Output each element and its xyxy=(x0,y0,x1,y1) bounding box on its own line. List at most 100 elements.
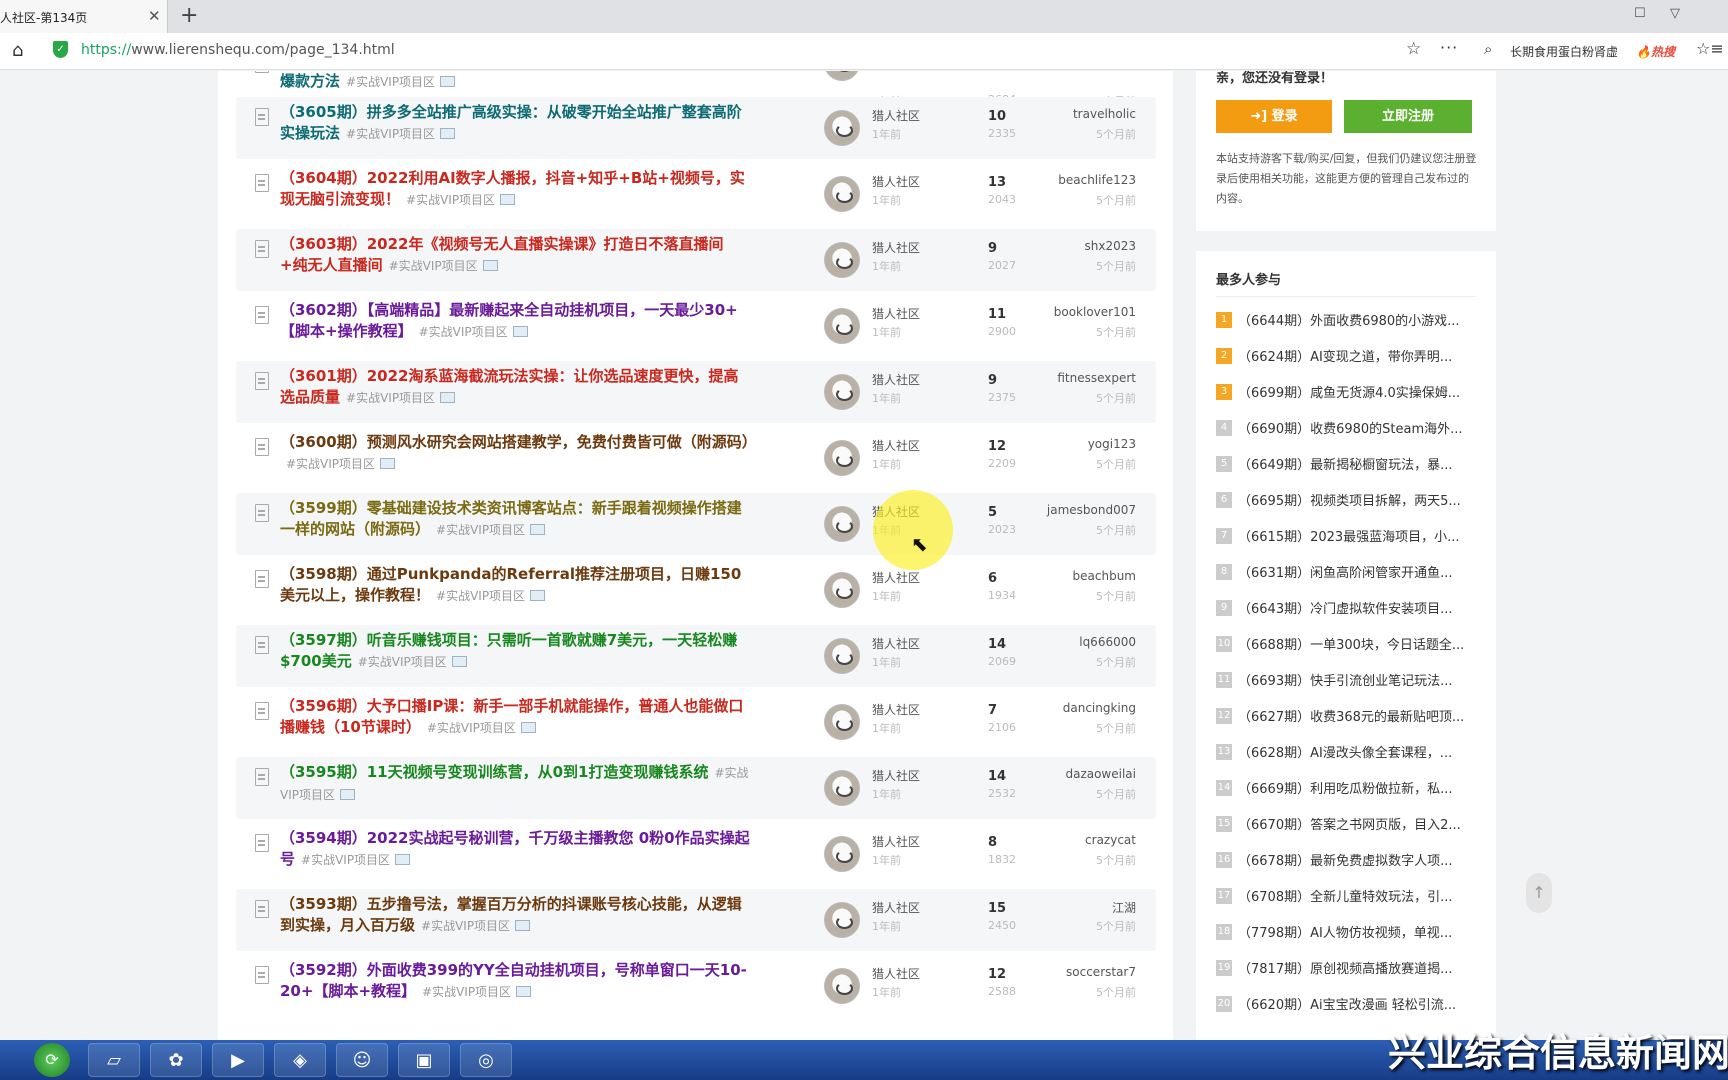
qq-taskbar-icon[interactable]: ☺ xyxy=(336,1043,388,1077)
popular-item-title[interactable]: （6688期）一单300块，今日话题全... xyxy=(1238,634,1478,653)
thread-row[interactable]: （3599期）零基础建设技术类资讯博客站点：新手跟着视频操作搭建一样的网站（附源… xyxy=(236,493,1156,555)
popular-item[interactable]: 4 （6690期）收费6980的Steam海外... xyxy=(1216,417,1478,453)
back-to-top-button[interactable]: ↑ xyxy=(1526,873,1552,913)
minimize-icon[interactable]: ▽ xyxy=(1670,6,1680,21)
thread-title[interactable]: （3598期）通过Punkpanda的Referral推荐注册项目，日赚150美… xyxy=(280,564,750,607)
thread-title[interactable]: （3597期）听音乐赚钱项目：只需听一首歌就赚7美元，一天轻松赚$700美元 #实… xyxy=(280,630,750,673)
thread-title[interactable]: （3593期）五步撸号法，掌握百万分析的抖课账号核心技能，从逻辑到实操，月入百万… xyxy=(280,894,750,937)
avatar[interactable] xyxy=(824,440,860,476)
thread-tag[interactable]: #实战VIP项目区 xyxy=(358,655,447,669)
popular-item[interactable]: 7 （6615期）2023最强蓝海项目，小... xyxy=(1216,525,1478,561)
avatar[interactable] xyxy=(824,71,860,81)
last-reply-user[interactable]: lq666000 xyxy=(1079,635,1136,649)
thread-tag[interactable]: #实战VIP项目区 xyxy=(422,985,511,999)
popular-item[interactable]: 14 （6669期）利用吃瓜粉做拉新，私... xyxy=(1216,777,1478,813)
thread-row[interactable]: （3597期）听音乐赚钱项目：只需听一首歌就赚7美元，一天轻松赚$700美元 #实… xyxy=(236,625,1156,687)
last-reply-user[interactable]: crazycat xyxy=(1085,833,1136,847)
popular-item-title[interactable]: （7817期）原创视频高播放赛道揭... xyxy=(1238,958,1478,977)
thread-tag[interactable]: #实战VIP项目区 xyxy=(436,523,525,537)
thread-tag[interactable]: #实战VIP项目区 xyxy=(406,193,495,207)
popular-item[interactable]: 6 （6695期）视频类项目拆解，两天5... xyxy=(1216,489,1478,525)
new-tab-icon[interactable]: + xyxy=(180,3,198,28)
thread-tag[interactable]: #实战VIP项目区 xyxy=(301,853,390,867)
popular-item-title[interactable]: （6690期）收费6980的Steam海外... xyxy=(1238,418,1478,437)
bookmark-star-icon[interactable]: ☆ xyxy=(1406,39,1421,59)
explorer-taskbar-icon[interactable]: ▱ xyxy=(88,1043,140,1077)
avatar[interactable] xyxy=(824,836,860,872)
popular-item-title[interactable]: （6695期）视频类项目拆解，两天5... xyxy=(1238,490,1478,509)
start-button[interactable]: ⟳ xyxy=(34,1043,70,1077)
popular-item[interactable]: 11 （6693期）快手引流创业笔记玩法... xyxy=(1216,669,1478,705)
popular-item-title[interactable]: （6670期）答案之书网页版，目入2... xyxy=(1238,814,1478,833)
thread-row[interactable]: （3595期）11天视频号变现训练营，从0到1打造变现赚钱系统 #实战VIP项目区… xyxy=(236,757,1156,819)
extensions-icon[interactable]: ☆≡ xyxy=(1696,39,1724,58)
popular-item[interactable]: 13 （6628期）AI漫改头像全套课程，... xyxy=(1216,741,1478,777)
browser-tab[interactable]: 人社区-第134页 ✕ xyxy=(0,0,168,33)
thread-tag[interactable]: #实战VIP项目区 xyxy=(346,127,435,141)
last-reply-user[interactable]: beachbum xyxy=(1073,569,1136,583)
thread-title[interactable]: 爆款方法 #实战VIP项目区 xyxy=(280,71,750,93)
thread-title[interactable]: （3604期）2022利用AI数字人播报，抖音+知乎+B站+视频号，实现无脑引流… xyxy=(280,168,750,211)
popular-item-title[interactable]: （6669期）利用吃瓜粉做拉新，私... xyxy=(1238,778,1478,797)
popular-item[interactable]: 8 （6631期）闲鱼高阶闲管家开通鱼... xyxy=(1216,561,1478,597)
popular-item[interactable]: 18 （7798期）AI人物仿妆视频，单视... xyxy=(1216,921,1478,957)
author-name[interactable]: 猎人社区 xyxy=(872,965,920,982)
last-reply-user[interactable]: booklover101 xyxy=(1054,305,1136,319)
thread-title[interactable]: （3592期）外面收费399的YY全自动挂机项目，号称单窗口一天10-20+【脚… xyxy=(280,960,750,1003)
popular-item[interactable]: 5 （6649期）最新揭秘橱窗玩法，暴... xyxy=(1216,453,1478,489)
browser-search-box[interactable]: ⌕ 长期食用蛋白粉肾虚 🔥热搜 xyxy=(1476,37,1686,65)
thread-tag[interactable]: #实战VIP项目区 xyxy=(286,457,375,471)
avatar[interactable] xyxy=(824,902,860,938)
login-button[interactable]: ➜] 登录 xyxy=(1216,100,1332,133)
thread-row[interactable]: （3594期）2022实战起号秘训营，千万级主播教您 0粉0作品实操起号 #实战V… xyxy=(236,823,1156,885)
avatar[interactable] xyxy=(824,968,860,1004)
popular-item-title[interactable]: （6624期）AI变现之道，带你弄明... xyxy=(1238,346,1478,365)
author-name[interactable]: 猎人社区 xyxy=(872,437,920,454)
avatar[interactable] xyxy=(824,770,860,806)
popular-item[interactable]: 3 （6699期）咸鱼无货源4.0实操保姆... xyxy=(1216,381,1478,417)
last-reply-user[interactable]: dazaoweilai xyxy=(1065,767,1136,781)
register-button[interactable]: 立即注册 xyxy=(1344,100,1472,133)
thread-title[interactable]: （3603期）2022年《视频号无人直播实操课》打造日不落直播间+纯无人直播间 #… xyxy=(280,234,750,277)
thread-tag[interactable]: #实战VIP项目区 xyxy=(427,721,516,735)
thread-tag[interactable]: #实战VIP项目区 xyxy=(389,259,478,273)
popular-item-title[interactable]: （6631期）闲鱼高阶闲管家开通鱼... xyxy=(1238,562,1478,581)
popular-item-title[interactable]: （6644期）外面收费6980的小游戏... xyxy=(1238,310,1478,329)
thread-row[interactable]: （3601期）2022淘系蓝海截流玩法实操：让你选品速度更快，提高选品质量 #实战… xyxy=(236,361,1156,423)
thread-row[interactable]: （3605期）拼多多全站推广高级实操：从破零开始全站推广整套高阶实操玩法 #实战V… xyxy=(236,97,1156,159)
popular-item[interactable]: 15 （6670期）答案之书网页版，目入2... xyxy=(1216,813,1478,849)
author-name[interactable]: 猎人社区 xyxy=(872,767,920,784)
last-reply-user[interactable]: shx2023 xyxy=(1085,239,1137,253)
media-app-taskbar-icon[interactable]: ▶ xyxy=(212,1043,264,1077)
thread-row[interactable]: （3592期）外面收费399的YY全自动挂机项目，号称单窗口一天10-20+【脚… xyxy=(236,955,1156,1017)
thread-tag[interactable]: #实战VIP项目区 xyxy=(421,919,510,933)
last-reply-user[interactable]: jamesbond007 xyxy=(1047,503,1136,517)
last-reply-user[interactable]: beachlife123 xyxy=(1058,173,1136,187)
thread-row[interactable]: （3602期）【高端精品】最新赚起来全自动挂机项目，一天最少30+【脚本+操作教… xyxy=(236,295,1156,357)
popular-item-title[interactable]: （6615期）2023最强蓝海项目，小... xyxy=(1238,526,1478,545)
last-reply-user[interactable]: fitnessexpert xyxy=(1057,371,1136,385)
popular-item[interactable]: 2 （6624期）AI变现之道，带你弄明... xyxy=(1216,345,1478,381)
last-reply-user[interactable]: 江湖 xyxy=(1112,899,1136,916)
popular-item-title[interactable]: （6628期）AI漫改头像全套课程，... xyxy=(1238,742,1478,761)
popular-item[interactable]: 9 （6643期）冷门虚拟软件安装项目... xyxy=(1216,597,1478,633)
popular-item-title[interactable]: （6620期）Ai宝宝改漫画 轻松引流... xyxy=(1238,994,1478,1013)
author-name[interactable]: 猎人社区 xyxy=(872,173,920,190)
network-app-taskbar-icon[interactable]: ✿ xyxy=(150,1043,202,1077)
author-name[interactable]: 猎人社区 xyxy=(872,701,920,718)
popular-item-title[interactable]: （6678期）最新免费虚拟数字人项... xyxy=(1238,850,1478,869)
author-name[interactable]: 猎人社区 xyxy=(872,899,920,916)
author-name[interactable]: 猎人社区 xyxy=(872,569,920,586)
popular-item-title[interactable]: （6708期）全新儿童特效玩法，引... xyxy=(1238,886,1478,905)
avatar[interactable] xyxy=(824,308,860,344)
thread-title[interactable]: （3602期）【高端精品】最新赚起来全自动挂机项目，一天最少30+【脚本+操作教… xyxy=(280,300,750,343)
author-name[interactable]: 猎人社区 xyxy=(872,239,920,256)
last-reply-user[interactable]: dancingking xyxy=(1063,701,1136,715)
thread-tag[interactable]: #实战VIP项目区 xyxy=(419,325,508,339)
thread-title[interactable]: （3596期）大予口播IP课：新手一部手机就能操作，普通人也能做口播赚钱（10节… xyxy=(280,696,750,739)
thread-row[interactable]: （3596期）大予口播IP课：新手一部手机就能操作，普通人也能做口播赚钱（10节… xyxy=(236,691,1156,753)
thread-title[interactable]: （3600期）预测风水研究会网站搭建教学，免费付费皆可做（附源码）#实战VIP项… xyxy=(280,432,757,475)
avatar[interactable] xyxy=(824,506,860,542)
thread-row[interactable]: （3598期）通过Punkpanda的Referral推荐注册项目，日赚150美… xyxy=(236,559,1156,621)
thread-title[interactable]: （3599期）零基础建设技术类资讯博客站点：新手跟着视频操作搭建一样的网站（附源… xyxy=(280,498,750,541)
